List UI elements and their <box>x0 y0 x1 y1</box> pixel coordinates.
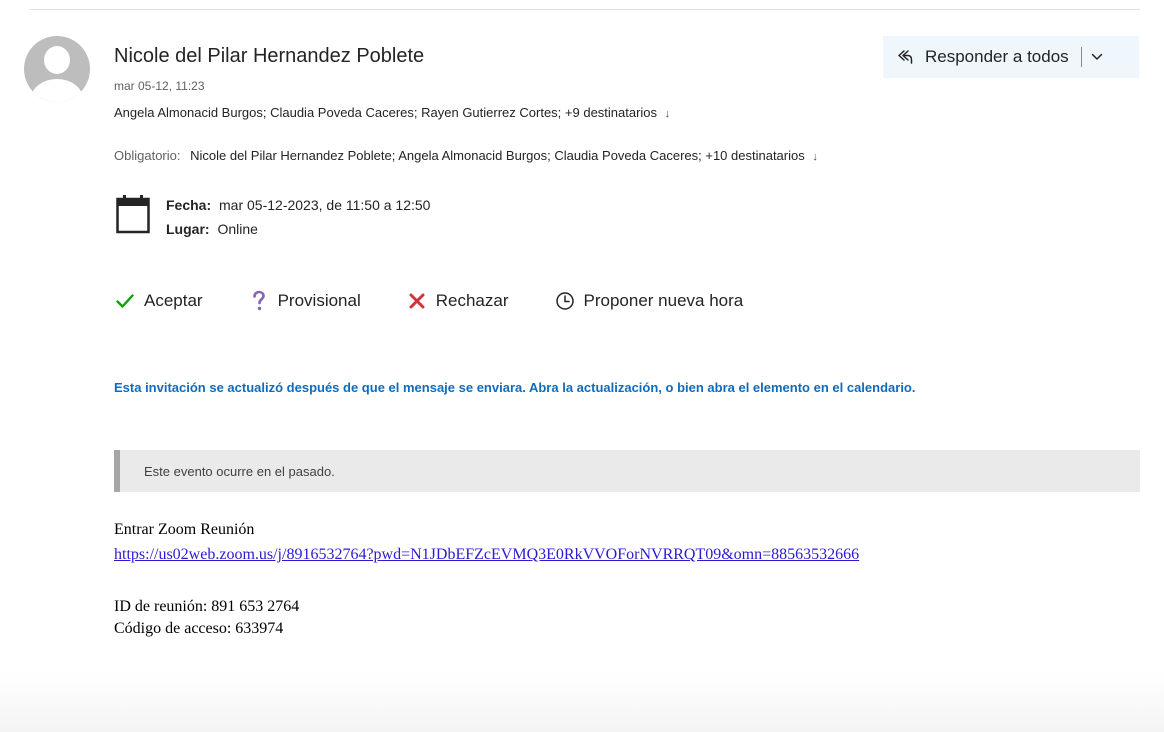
date-value: mar 05-12-2023, de 11:50 a 12:50 <box>219 197 431 213</box>
reply-all-button[interactable]: Responder a todos <box>883 36 1139 78</box>
chevron-down-icon[interactable] <box>1082 36 1112 78</box>
meeting-date-row: Fecha: mar 05-12-2023, de 11:50 a 12:50 <box>166 193 430 217</box>
meeting-location-row: Lugar: Online <box>166 217 430 241</box>
x-icon <box>406 290 428 312</box>
required-attendees[interactable]: Obligatorio: Nicole del Pilar Hernandez … <box>114 148 818 163</box>
past-event-banner: Este evento ocurre en el pasado. <box>114 450 1140 492</box>
response-actions: Aceptar Provisional Rechazar Proponer nu… <box>114 290 788 312</box>
tentative-label: Provisional <box>277 291 361 310</box>
tentative-button[interactable]: Provisional <box>248 290 361 312</box>
past-event-text: Este evento ocurre en el pasado. <box>144 463 335 479</box>
meeting-id-text: ID de reunión: 891 653 2764 <box>114 598 300 615</box>
calendar-icon <box>116 195 150 234</box>
reply-all-label: Responder a todos <box>925 47 1069 66</box>
question-icon <box>248 290 270 312</box>
checkmark-icon <box>114 290 136 312</box>
accept-label: Aceptar <box>144 291 203 310</box>
zoom-join-label: Entrar Zoom Reunión <box>114 521 255 538</box>
sender-name[interactable]: Nicole del Pilar Hernandez Poblete <box>114 45 424 68</box>
to-recipients-text: Angela Almonacid Burgos; Claudia Poveda … <box>114 105 658 120</box>
propose-new-time-button[interactable]: Proponer nueva hora <box>554 290 744 312</box>
zoom-join-link[interactable]: https://us02web.zoom.us/j/8916532764?pwd… <box>114 545 859 565</box>
expand-attendees-icon[interactable]: ↓︎ <box>812 151 818 163</box>
expand-recipients-icon[interactable]: ↓︎ <box>665 108 671 120</box>
accept-button[interactable]: Aceptar <box>114 290 203 312</box>
location-label: Lugar: <box>166 221 210 237</box>
decline-label: Rechazar <box>435 291 509 310</box>
clock-icon <box>554 290 576 312</box>
reply-all-icon <box>895 47 915 67</box>
propose-new-time-label: Proponer nueva hora <box>583 291 744 310</box>
required-label: Obligatorio: <box>114 148 181 163</box>
required-attendees-text: Nicole del Pilar Hernandez Poblete; Ange… <box>190 148 805 163</box>
meeting-details: Fecha: mar 05-12-2023, de 11:50 a 12:50 … <box>166 193 430 241</box>
passcode-text: Código de acceso: 633974 <box>114 620 284 637</box>
header-divider <box>30 9 1140 10</box>
bottom-fade <box>0 672 1164 732</box>
date-label: Fecha: <box>166 197 212 213</box>
sent-time: mar 05-12, 11:23 <box>114 79 205 93</box>
avatar[interactable] <box>24 36 90 102</box>
decline-button[interactable]: Rechazar <box>406 290 509 312</box>
update-notice-link[interactable]: Esta invitación se actualizó después de … <box>114 380 916 395</box>
to-recipients[interactable]: Angela Almonacid Burgos; Claudia Poveda … <box>114 105 670 120</box>
person-icon <box>44 46 70 74</box>
location-value: Online <box>217 221 258 237</box>
